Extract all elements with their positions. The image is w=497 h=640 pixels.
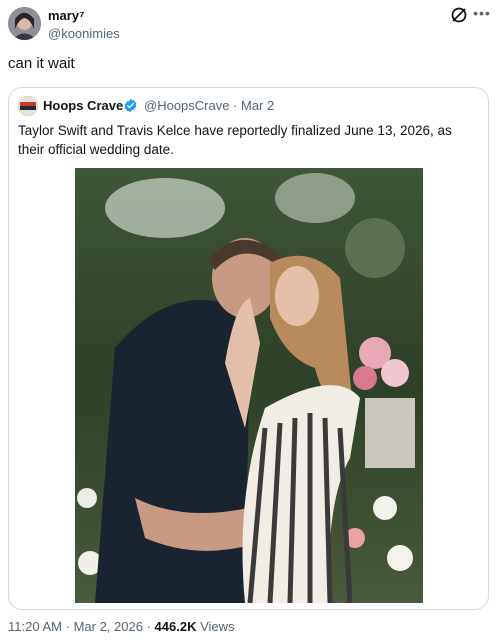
quoted-handle[interactable]: @HoopsCrave (144, 98, 229, 113)
quoted-avatar[interactable] (18, 96, 38, 116)
verified-badge-icon (123, 98, 138, 113)
quoted-tweet[interactable]: Hoops Crave @HoopsCrave · Mar 2 Taylor S… (8, 87, 489, 610)
tweet-text: can it wait (8, 55, 75, 72)
views-count[interactable]: 446.2K (155, 619, 197, 634)
more-icon[interactable]: ••• (472, 4, 492, 22)
tweet-date[interactable]: Mar 2, 2026 (74, 619, 143, 634)
tweet-time[interactable]: 11:20 AM (8, 619, 62, 634)
author-name[interactable]: mary⁷ (48, 8, 84, 23)
quoted-name[interactable]: Hoops Crave (43, 98, 123, 113)
meta-separator: · (65, 619, 70, 634)
quoted-date[interactable]: Mar 2 (241, 98, 274, 113)
meta-separator: · (146, 619, 151, 634)
tweet-meta: 11:20 AM · Mar 2, 2026 · 446.2K Views (8, 619, 235, 634)
quoted-separator: · (233, 98, 238, 113)
grok-icon[interactable] (450, 6, 468, 24)
quoted-photo[interactable] (75, 168, 423, 603)
views-label: Views (200, 619, 235, 634)
author-handle[interactable]: @koonimies (48, 26, 120, 41)
quoted-text: Taylor Swift and Travis Kelce have repor… (18, 123, 452, 157)
author-avatar[interactable] (8, 7, 41, 40)
